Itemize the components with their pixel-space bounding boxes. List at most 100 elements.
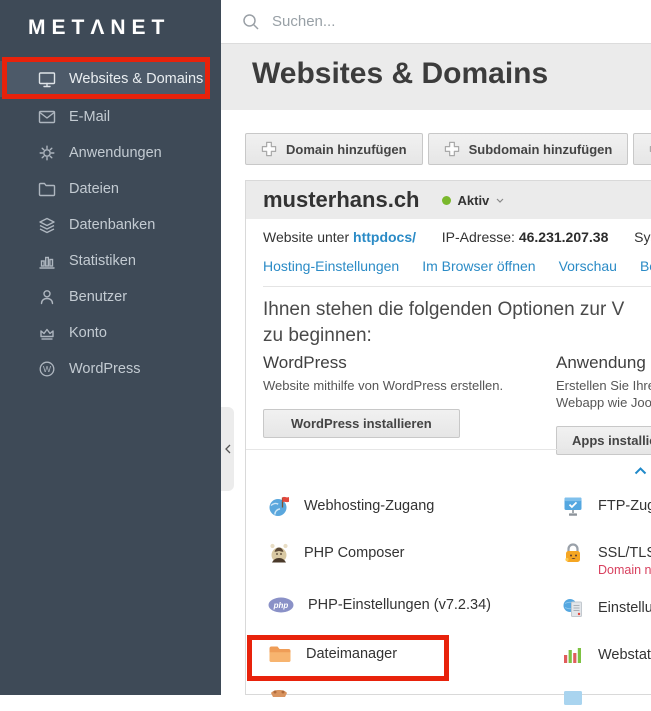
- status-dot-icon: [442, 196, 451, 205]
- preview-link[interactable]: Vorschau: [559, 258, 617, 274]
- sidebar-item-email[interactable]: E-Mail: [0, 99, 221, 135]
- page-header: Websites & Domains: [221, 44, 651, 110]
- button-label: Apps installie: [572, 433, 651, 448]
- tool-label: PHP-Einstellungen (v7.2.34): [308, 597, 491, 613]
- tools-section-divider: [246, 449, 651, 450]
- sidebar-item-label: Anwendungen: [69, 145, 162, 161]
- sidebar-nav: Websites & Domains E-Mail Anwendungen Da…: [0, 59, 221, 387]
- sidebar-item-label: Datenbanken: [69, 217, 155, 233]
- search-icon: [242, 13, 260, 31]
- sidebar-item-wordpress[interactable]: W WordPress: [0, 351, 221, 387]
- tool-dateimanager[interactable]: Dateimanager: [268, 644, 397, 664]
- partial-orange-icon: [268, 689, 290, 711]
- chevron-left-icon: [225, 444, 231, 454]
- open-in-browser-link[interactable]: Im Browser öffnen: [422, 258, 535, 274]
- tool-label: SSL/TLS-Z: [598, 545, 651, 561]
- sidebar-collapse-handle[interactable]: [221, 407, 234, 491]
- monitor-icon: [38, 70, 56, 88]
- tool-partial-row-right[interactable]: [562, 689, 584, 711]
- tool-warning-text: Domain nic: [598, 563, 651, 577]
- gear-icon: [38, 144, 56, 162]
- sidebar-item-konto[interactable]: Konto: [0, 315, 221, 351]
- tool-php-einstellungen[interactable]: php PHP-Einstellungen (v7.2.34): [268, 597, 491, 613]
- option-title: WordPress: [263, 353, 548, 373]
- topbar: [221, 0, 651, 44]
- php-badge-icon: php: [268, 597, 294, 613]
- application-option: Anwendung i Erstellen Sie Ihre Webapp wi…: [556, 353, 651, 455]
- button-label: Domain hinzufügen: [286, 142, 407, 157]
- ftp-folder-icon: [562, 495, 584, 517]
- sidebar-item-anwendungen[interactable]: Anwendungen: [0, 135, 221, 171]
- tool-webhosting-zugang[interactable]: Webhosting-Zugang: [268, 495, 434, 517]
- tool-label-wrap: SSL/TLS-Z Domain nic: [598, 545, 651, 561]
- tool-label: PHP Composer: [304, 545, 404, 561]
- domain-info-row: Website unter httpdocs/ IP-Adresse: 46.2…: [263, 229, 651, 245]
- user-icon: [38, 288, 56, 306]
- tool-label: FTP-Zuga: [598, 498, 651, 514]
- info-truncated: Syste: [634, 229, 651, 245]
- svg-text:W: W: [43, 364, 51, 374]
- wordpress-icon: W: [38, 360, 56, 378]
- globe-flag-icon: [268, 495, 290, 517]
- tool-partial-row-left[interactable]: [268, 689, 290, 711]
- domain-name: musterhans.ch: [263, 187, 420, 213]
- page-title: Websites & Domains: [221, 44, 651, 91]
- install-wordpress-button[interactable]: WordPress installieren: [263, 409, 460, 438]
- svg-text:php: php: [273, 601, 289, 610]
- sidebar-item-label: Konto: [69, 325, 107, 341]
- tool-ssl-tls-zertifikate[interactable]: SSL/TLS-Z Domain nic: [562, 542, 651, 564]
- sidebar-item-label: Benutzer: [69, 289, 127, 305]
- orange-folder-icon: [268, 644, 292, 664]
- chevron-up-icon: [634, 467, 647, 475]
- hosting-settings-link[interactable]: Hosting-Einstellungen: [263, 258, 399, 274]
- info-prefix: Website unter: [263, 229, 349, 245]
- wordpress-option: WordPress Website mithilfe von WordPress…: [263, 353, 548, 438]
- intro-line-2: zu beginnen:: [263, 323, 651, 349]
- option-desc: Erstellen Sie Ihre Webapp wie Joom: [556, 378, 651, 412]
- bar-chart-icon: [38, 252, 56, 270]
- docroot-link[interactable]: httpdocs/: [353, 229, 416, 245]
- tool-label: Webstatis: [598, 647, 651, 663]
- sidebar-item-statistiken[interactable]: Statistiken: [0, 243, 221, 279]
- sidebar-item-datenbanken[interactable]: Datenbanken: [0, 207, 221, 243]
- sidebar-item-websites-domains[interactable]: Websites & Domains: [0, 61, 205, 97]
- sidebar-item-label: Dateien: [69, 181, 119, 197]
- domain-card-header: musterhans.ch Aktiv: [246, 181, 651, 219]
- add-subdomain-button[interactable]: Subdomain hinzufügen: [428, 133, 629, 165]
- intro-line-1: Ihnen stehen die folgenden Optionen zur …: [263, 297, 651, 323]
- tool-einstellungen[interactable]: Einstellun: [562, 597, 651, 619]
- ip-address: 46.231.207.38: [519, 229, 609, 245]
- status-dropdown[interactable]: Aktiv: [442, 193, 505, 208]
- add-domain-alias-button[interactable]: Do: [633, 133, 651, 165]
- tool-webstatistiken[interactable]: Webstatis: [562, 644, 651, 666]
- domain-toolbar: Domain hinzufügen Subdomain hinzufügen D…: [245, 133, 651, 165]
- tool-label: Dateimanager: [306, 646, 397, 662]
- sidebar-item-dateien[interactable]: Dateien: [0, 171, 221, 207]
- plus-icon: [261, 141, 277, 157]
- ssl-lock-icon: [562, 542, 584, 564]
- divider: [263, 286, 651, 287]
- description-link[interactable]: Be: [640, 258, 651, 274]
- search-input[interactable]: [270, 12, 590, 31]
- status-badge: Aktiv: [458, 193, 490, 208]
- plus-icon: [444, 141, 460, 157]
- option-desc: Website mithilfe von WordPress erstellen…: [263, 378, 548, 395]
- settings-doc-icon: [562, 597, 584, 619]
- sidebar-item-benutzer[interactable]: Benutzer: [0, 279, 221, 315]
- button-label: WordPress installieren: [291, 416, 432, 431]
- install-apps-button[interactable]: Apps installie: [556, 426, 651, 455]
- layers-icon: [38, 216, 56, 234]
- tool-php-composer[interactable]: PHP Composer: [268, 542, 404, 564]
- chevron-down-icon: [496, 198, 504, 203]
- crown-icon: [38, 324, 56, 342]
- desc-line-1: Erstellen Sie Ihre: [556, 378, 651, 395]
- partial-blue-icon: [562, 689, 584, 711]
- envelope-icon: [38, 108, 56, 126]
- tool-ftp-zugang[interactable]: FTP-Zuga: [562, 495, 651, 517]
- tool-label: Einstellun: [598, 600, 651, 616]
- sidebar-item-label: Websites & Domains: [69, 71, 203, 87]
- add-domain-button[interactable]: Domain hinzufügen: [245, 133, 423, 165]
- domain-card: musterhans.ch Aktiv Website unter httpdo…: [245, 180, 651, 695]
- collapse-tools-button[interactable]: [634, 462, 647, 480]
- desc-line-2: Webapp wie Joom: [556, 395, 651, 412]
